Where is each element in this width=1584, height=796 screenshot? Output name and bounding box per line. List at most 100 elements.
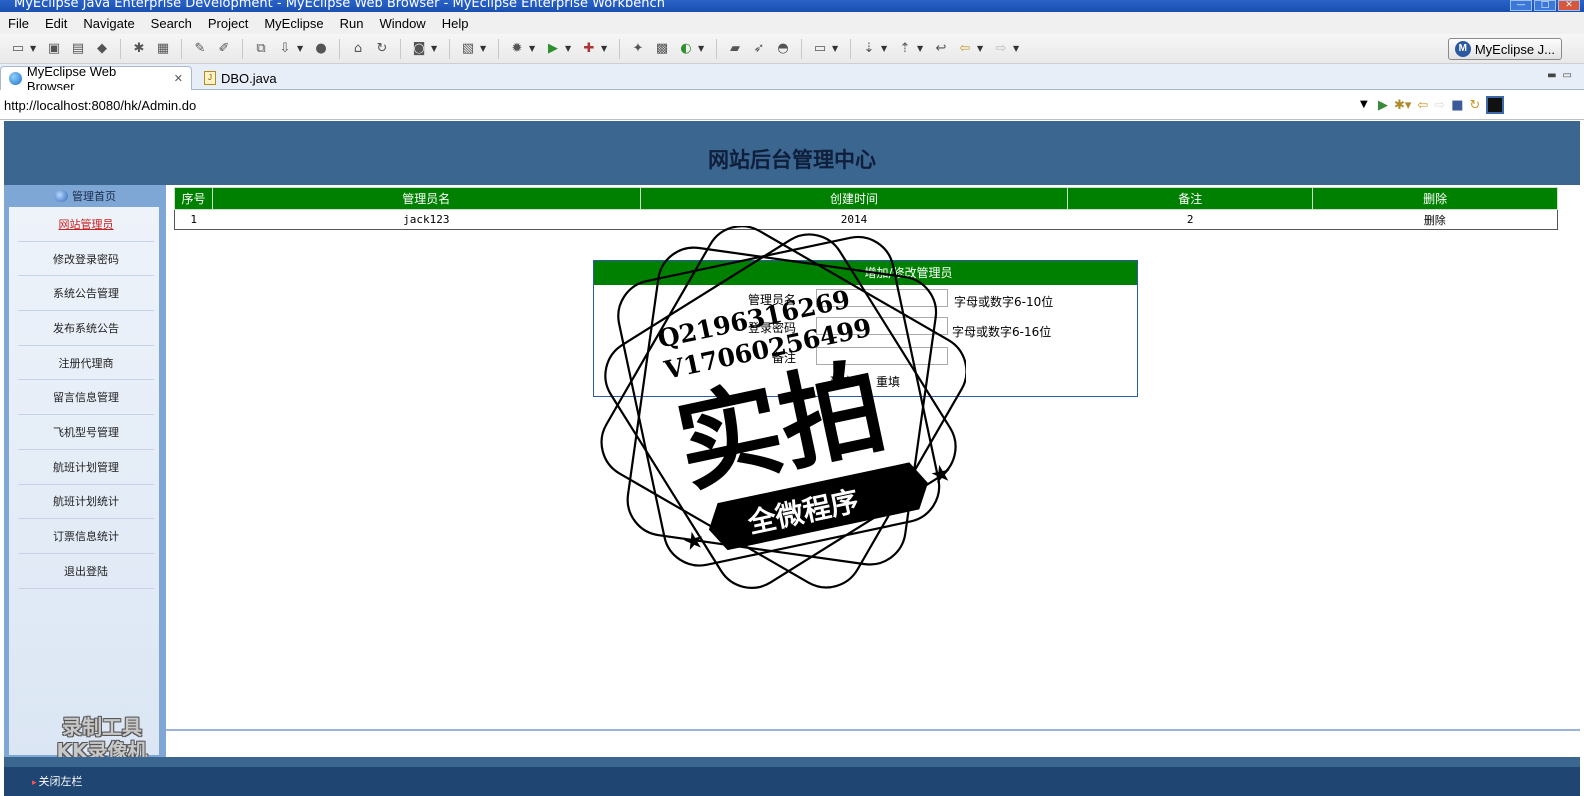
sidebar-item-booking-stats[interactable]: 订票信息统计	[18, 519, 154, 554]
tab-dbo-java[interactable]: J DBO.java	[196, 66, 302, 90]
folder-icon[interactable]: ▭	[811, 40, 829, 58]
menu-search[interactable]: Search	[143, 16, 200, 31]
cell-name: jack123	[403, 213, 450, 226]
bug-icon[interactable]: ✱	[130, 40, 148, 58]
magic-icon[interactable]: ✐	[215, 40, 233, 58]
save-icon[interactable]: ▣	[45, 40, 63, 58]
menu-run[interactable]: Run	[332, 16, 372, 31]
delete-link[interactable]: 删除	[1313, 210, 1558, 230]
sidebar-item-messages[interactable]: 留言信息管理	[18, 380, 154, 416]
menu-file[interactable]: File	[0, 16, 37, 31]
new-file-icon[interactable]: ▭	[9, 40, 27, 58]
username-input[interactable]	[816, 289, 948, 307]
refresh-icon[interactable]: ↻	[373, 40, 391, 58]
sidebar-item-register-agent[interactable]: 注册代理商	[18, 346, 154, 381]
chevron-down-icon[interactable]: ▼	[601, 44, 609, 53]
chevron-down-icon[interactable]: ▼	[431, 44, 439, 53]
close-icon[interactable]: ✕	[174, 72, 183, 85]
settings-icon[interactable]: ✱▾	[1394, 98, 1411, 113]
chevron-down-icon[interactable]: ▼	[698, 44, 706, 53]
rocket-icon[interactable]: ➶	[750, 40, 768, 58]
deploy-icon[interactable]: ⧉	[252, 40, 270, 58]
forward-icon[interactable]: ⇨	[992, 40, 1010, 58]
recorder-watermark: 录制工具 KK录像机	[32, 715, 172, 763]
open-task-icon[interactable]: ◓	[774, 40, 792, 58]
tab-web-browser[interactable]: MyEclipse Web Browser ✕	[0, 64, 192, 94]
chevron-down-icon[interactable]: ▼	[1013, 44, 1021, 53]
menu-edit[interactable]: Edit	[37, 16, 75, 31]
refresh-icon[interactable]: ↻	[1470, 98, 1481, 113]
perspective-switcher[interactable]: M MyEclipse J...	[1447, 38, 1562, 60]
menu-project[interactable]: Project	[200, 16, 256, 31]
forward-icon[interactable]: ⇨	[1434, 98, 1445, 113]
submit-button[interactable]: 确定	[830, 373, 854, 390]
menu-navigate[interactable]: Navigate	[75, 16, 142, 31]
minimize-button[interactable]: —	[1510, 0, 1532, 11]
new-class-icon[interactable]: ✦	[629, 40, 647, 58]
browser-icon[interactable]: ▧	[459, 40, 477, 58]
password-input[interactable]	[816, 317, 948, 335]
column-header-note: 备注	[1067, 187, 1314, 210]
wand-icon[interactable]: ✎	[191, 40, 209, 58]
sidebar-item-admins[interactable]: 网站管理员	[18, 207, 154, 242]
menu-myeclipse[interactable]: MyEclipse	[256, 16, 331, 31]
debug-icon[interactable]: ✹	[508, 40, 526, 58]
sidebar-item-announcements[interactable]: 系统公告管理	[18, 276, 154, 312]
sidebar-item-publish-announcement[interactable]: 发布系统公告	[18, 311, 154, 346]
external-tools-icon[interactable]: ✚	[580, 40, 598, 58]
chevron-down-icon[interactable]: ▼	[1360, 99, 1368, 110]
close-window-button[interactable]: ✕	[1558, 0, 1580, 11]
camera-icon[interactable]: ◙	[410, 40, 428, 58]
package-icon[interactable]: ◆	[93, 40, 111, 58]
sidebar-item-aircraft-models[interactable]: 飞机型号管理	[18, 415, 154, 450]
sidebar-item-change-password[interactable]: 修改登录密码	[18, 242, 154, 277]
menu-help[interactable]: Help	[434, 16, 477, 31]
myeclipse-logo-icon: M	[1454, 41, 1471, 57]
chevron-down-icon[interactable]: ▼	[565, 44, 573, 53]
sidebar-item-logout[interactable]: 退出登陆	[18, 554, 154, 589]
url-input[interactable]	[4, 95, 1360, 115]
minimize-view-icon[interactable]: ▬	[1547, 70, 1562, 81]
chevron-down-icon[interactable]: ▼	[917, 44, 925, 53]
chevron-down-icon[interactable]: ▼	[881, 44, 889, 53]
sidebar-item-flight-plans[interactable]: 航班计划管理	[18, 450, 154, 485]
form-title: 增加/修改管理员	[594, 261, 1137, 285]
open-type-icon[interactable]: ▰	[726, 40, 744, 58]
prev-annotation-icon[interactable]: ⇡	[896, 40, 914, 58]
toggle-sidebar-link[interactable]: 关闭左栏	[32, 773, 83, 789]
server-icon[interactable]: ▦	[154, 40, 172, 58]
reset-button[interactable]: 重填	[876, 373, 900, 390]
note-input[interactable]	[816, 347, 948, 365]
tab-label: DBO.java	[221, 70, 277, 86]
run-icon[interactable]: ▶	[544, 40, 562, 58]
sidebar-item-flight-stats[interactable]: 航班计划统计	[18, 485, 154, 520]
console-icon[interactable]	[1486, 96, 1505, 114]
back-icon[interactable]: ⇦	[1417, 98, 1428, 113]
chevron-down-icon[interactable]: ▼	[832, 44, 840, 53]
perspective-label: MyEclipse J...	[1474, 41, 1555, 57]
new-interface-icon[interactable]: ◐	[677, 40, 695, 58]
menu-window[interactable]: Window	[371, 16, 433, 31]
chevron-down-icon[interactable]: ▼	[30, 44, 38, 53]
username-label: 管理员名	[748, 293, 797, 307]
last-edit-icon[interactable]: ↩	[932, 40, 950, 58]
save-all-icon[interactable]: ▤	[69, 40, 87, 58]
chevron-down-icon[interactable]: ▼	[977, 44, 985, 53]
back-icon[interactable]: ⇦	[956, 40, 974, 58]
next-annotation-icon[interactable]: ⇣	[860, 40, 878, 58]
sidebar-home[interactable]: 管理首页	[4, 185, 166, 207]
export-icon[interactable]: ⇩	[276, 40, 294, 58]
stop-icon[interactable]: ■	[1451, 98, 1463, 113]
chevron-down-icon[interactable]: ▼	[297, 44, 305, 53]
maximize-view-icon[interactable]: ▭	[1563, 70, 1578, 81]
go-icon[interactable]: ▶	[1378, 98, 1388, 113]
globe-icon[interactable]: ●	[312, 40, 330, 58]
new-package-icon[interactable]: ▩	[653, 40, 671, 58]
open-folder-icon[interactable]: ⌂	[349, 40, 367, 58]
maximize-button[interactable]: □	[1534, 0, 1556, 11]
main-toolbar: ▭ ▼ ▣ ▤ ◆ ✱ ▦ ✎ ✐ ⧉ ⇩ ▼ ● ⌂ ↻ ◙ ▼ ▧ ▼ ✹ ▼ ▶ ▼ …	[0, 34, 1584, 64]
sidebar-home-label: 管理首页	[72, 190, 116, 203]
toolbar-separator	[400, 38, 401, 59]
chevron-down-icon[interactable]: ▼	[529, 44, 537, 53]
chevron-down-icon[interactable]: ▼	[480, 44, 488, 53]
